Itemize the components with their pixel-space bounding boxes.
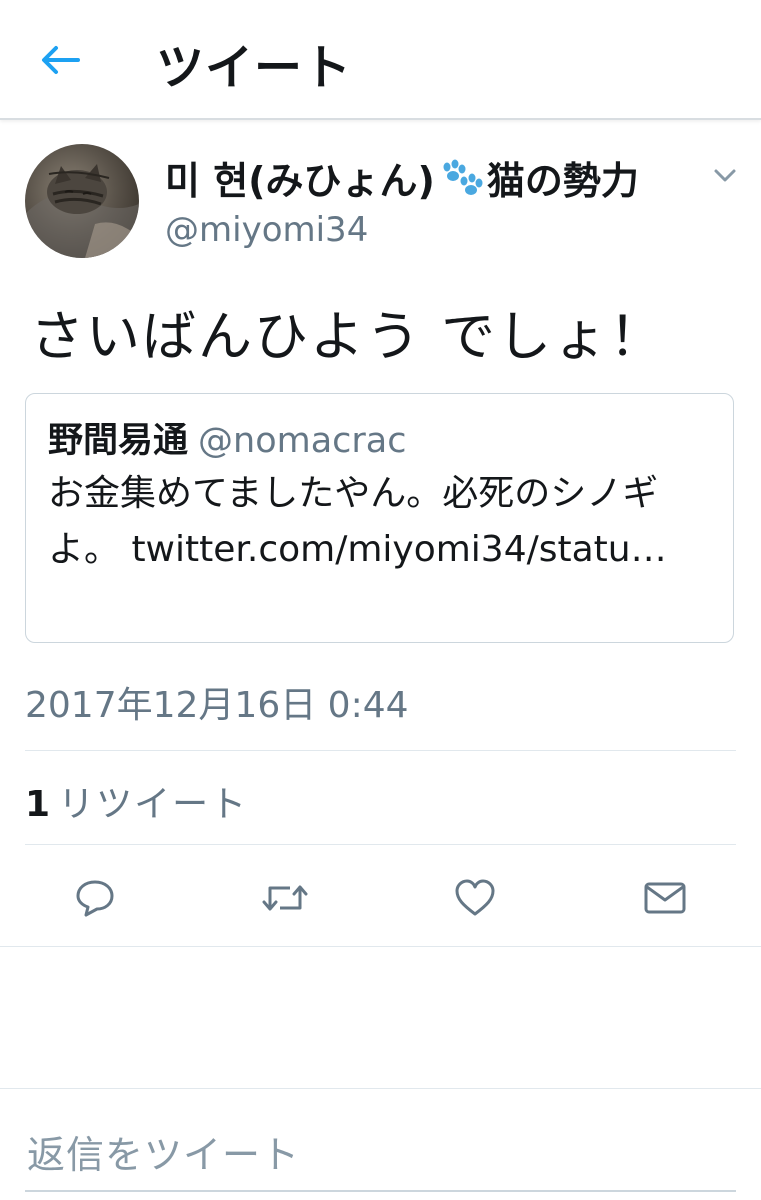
reply-button[interactable] [67, 870, 123, 926]
tweet-text: さいばんひよう でしょ！ [30, 305, 666, 368]
tweet-timestamp: 2017年12月16日 0:44 [25, 685, 409, 726]
quoted-tweet[interactable]: 野間易通 @nomacrac お金集めてましたやん。必死のシノギよ。 twitte… [25, 393, 734, 643]
retweet-stats[interactable]: 1 リツイート [25, 775, 248, 827]
quoted-tweet-name: 野間易通 [48, 421, 189, 461]
quoted-tweet-text: お金集めてましたやん。必死のシノギよ。 twitter.com/miyomi34… [48, 473, 667, 570]
retweet-icon [262, 885, 308, 911]
divider [0, 1088, 761, 1089]
reply-placeholder: 返信をツイート [27, 1133, 301, 1177]
top-bar: ツイート [0, 0, 761, 120]
retweet-count: 1 [25, 784, 51, 825]
retweet-button[interactable] [257, 870, 313, 926]
like-button[interactable] [447, 870, 503, 926]
quoted-tweet-handle: @nomacrac [198, 421, 407, 461]
avatar[interactable] [25, 144, 139, 258]
reply-icon [76, 880, 114, 917]
display-name[interactable]: 미 현(みひょん) 猫の勢力 [165, 150, 639, 205]
chevron-down-icon [714, 169, 736, 182]
heart-icon [455, 879, 495, 916]
divider [25, 750, 736, 751]
envelope-icon [644, 882, 686, 914]
more-options-button[interactable] [708, 160, 742, 190]
arrow-left-icon [42, 46, 80, 74]
quoted-tweet-header: 野間易通 @nomacrac [48, 412, 406, 463]
page-title: ツイート [156, 40, 353, 96]
paw-prints-icon [443, 159, 483, 195]
retweet-stats-label: リツイート [58, 784, 249, 825]
direct-message-button[interactable] [637, 870, 693, 926]
display-name-text: 미 현(みひょん) [165, 159, 435, 203]
user-handle[interactable]: @miyomi34 [165, 210, 368, 250]
divider [25, 844, 736, 845]
display-name-suffix: 猫の勢力 [486, 159, 639, 203]
back-button[interactable] [30, 38, 90, 82]
reply-input[interactable]: 返信をツイート [25, 1120, 736, 1192]
divider [0, 946, 761, 947]
cat-photo [25, 164, 139, 258]
